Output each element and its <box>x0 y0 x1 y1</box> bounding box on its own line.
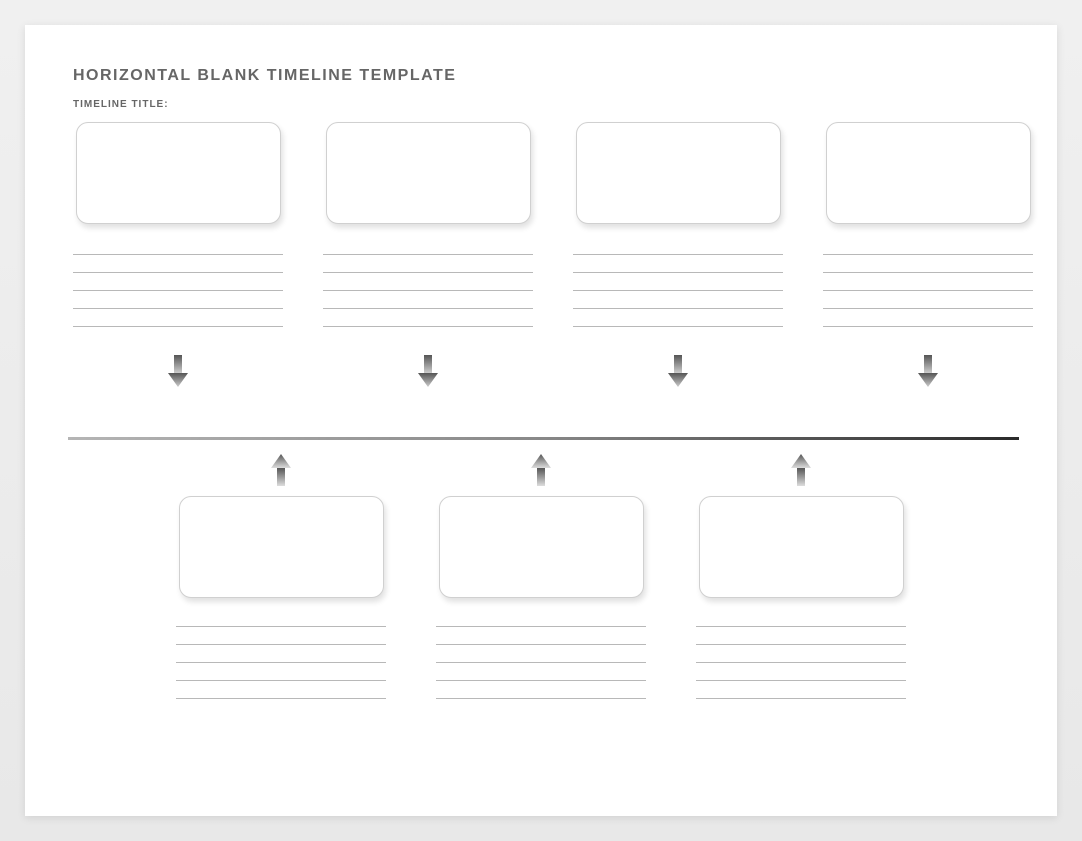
event-box[interactable] <box>699 496 904 598</box>
arrow-down-icon <box>916 355 940 389</box>
bottom-events-row <box>73 452 1009 699</box>
bottom-event-3 <box>696 452 906 699</box>
timeline-axis <box>68 437 1019 440</box>
detail-lines <box>73 254 283 327</box>
detail-line[interactable] <box>176 680 386 681</box>
detail-line[interactable] <box>573 254 783 255</box>
detail-line[interactable] <box>823 272 1033 273</box>
detail-line[interactable] <box>323 290 533 291</box>
timeline-container <box>73 122 1009 762</box>
detail-line[interactable] <box>73 326 283 327</box>
top-event-4 <box>823 122 1033 389</box>
top-event-1 <box>73 122 283 389</box>
document-page: HORIZONTAL BLANK TIMELINE TEMPLATE TIMEL… <box>25 25 1057 816</box>
detail-lines <box>176 626 386 699</box>
arrow-up-icon <box>529 452 553 486</box>
event-box[interactable] <box>826 122 1031 224</box>
detail-line[interactable] <box>176 662 386 663</box>
detail-line[interactable] <box>436 698 646 699</box>
top-events-row <box>73 122 1009 389</box>
detail-line[interactable] <box>436 680 646 681</box>
detail-line[interactable] <box>696 698 906 699</box>
bottom-event-2 <box>436 452 646 699</box>
detail-line[interactable] <box>436 626 646 627</box>
timeline-title-label: TIMELINE TITLE: <box>73 99 1009 110</box>
detail-line[interactable] <box>573 290 783 291</box>
detail-line[interactable] <box>73 308 283 309</box>
detail-lines <box>823 254 1033 327</box>
detail-line[interactable] <box>436 662 646 663</box>
arrow-up-icon <box>789 452 813 486</box>
arrow-up-icon <box>269 452 293 486</box>
detail-line[interactable] <box>176 644 386 645</box>
detail-lines <box>696 626 906 699</box>
event-box[interactable] <box>179 496 384 598</box>
detail-line[interactable] <box>573 272 783 273</box>
detail-line[interactable] <box>823 254 1033 255</box>
arrow-down-icon <box>416 355 440 389</box>
event-box[interactable] <box>326 122 531 224</box>
event-box[interactable] <box>76 122 281 224</box>
detail-line[interactable] <box>323 254 533 255</box>
detail-line[interactable] <box>176 698 386 699</box>
event-box[interactable] <box>439 496 644 598</box>
detail-line[interactable] <box>696 680 906 681</box>
detail-line[interactable] <box>323 272 533 273</box>
detail-line[interactable] <box>696 662 906 663</box>
detail-lines <box>436 626 646 699</box>
detail-line[interactable] <box>573 326 783 327</box>
detail-lines <box>323 254 533 327</box>
detail-line[interactable] <box>436 644 646 645</box>
page-title: HORIZONTAL BLANK TIMELINE TEMPLATE <box>73 67 1009 85</box>
detail-line[interactable] <box>696 626 906 627</box>
event-box[interactable] <box>576 122 781 224</box>
detail-line[interactable] <box>823 308 1033 309</box>
detail-line[interactable] <box>823 326 1033 327</box>
detail-line[interactable] <box>573 308 783 309</box>
detail-line[interactable] <box>73 290 283 291</box>
detail-line[interactable] <box>73 272 283 273</box>
detail-line[interactable] <box>323 308 533 309</box>
detail-line[interactable] <box>176 626 386 627</box>
bottom-event-1 <box>176 452 386 699</box>
arrow-down-icon <box>166 355 190 389</box>
detail-line[interactable] <box>323 326 533 327</box>
detail-line[interactable] <box>696 644 906 645</box>
top-event-3 <box>573 122 783 389</box>
detail-line[interactable] <box>73 254 283 255</box>
arrow-down-icon <box>666 355 690 389</box>
top-event-2 <box>323 122 533 389</box>
detail-line[interactable] <box>823 290 1033 291</box>
detail-lines <box>573 254 783 327</box>
